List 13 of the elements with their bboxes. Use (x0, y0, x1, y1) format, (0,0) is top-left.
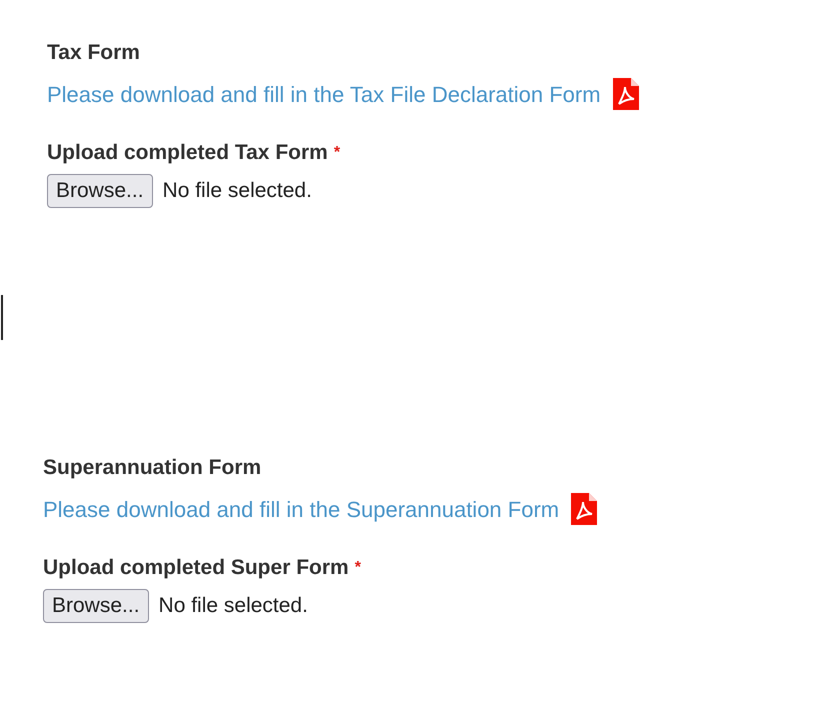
pdf-icon[interactable] (571, 493, 598, 525)
required-mark: * (354, 558, 361, 578)
upload-label: Upload completed Super Form (43, 555, 349, 581)
required-mark: * (334, 143, 340, 163)
text-cursor (1, 295, 3, 340)
browse-button[interactable]: Browse... (43, 589, 149, 623)
pdf-icon[interactable] (612, 78, 639, 110)
browse-button[interactable]: Browse... (47, 174, 153, 208)
file-status: No file selected. (162, 178, 312, 204)
section-heading: Superannuation Form (43, 455, 262, 481)
section-heading: Tax Form (47, 40, 141, 66)
upload-label: Upload completed Tax Form (47, 140, 328, 166)
file-status: No file selected. (158, 593, 308, 620)
